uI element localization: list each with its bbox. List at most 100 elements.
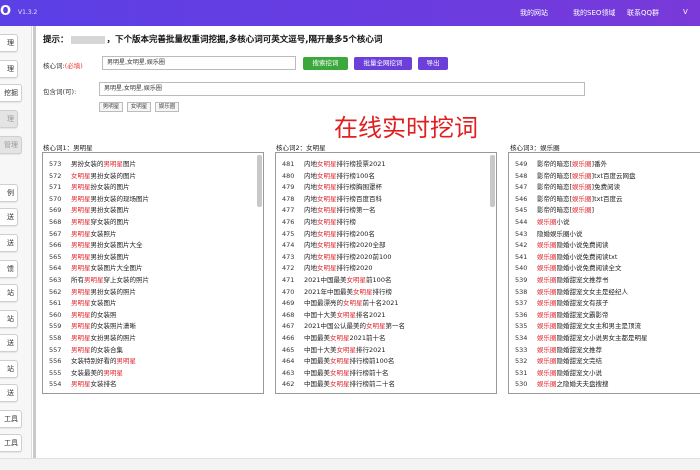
- search-dig-button[interactable]: 搜索挖词: [303, 57, 348, 70]
- include-word-input[interactable]: 男明星,女明星,娱乐圈: [99, 82, 585, 96]
- list-item[interactable]: 534 娱乐圈隐婚甜宠文小说男女主都是明星: [515, 333, 648, 344]
- list-item[interactable]: 560 男明星的女装照: [49, 310, 117, 321]
- list-item[interactable]: 566 男明星男扮女装图片大全: [49, 240, 143, 251]
- list-item[interactable]: 558 男明星女扮男装的照片: [49, 333, 136, 344]
- list-item[interactable]: 565 男明星男扮女装图片: [49, 252, 130, 263]
- row-number: 479: [282, 183, 295, 192]
- sidebar-item[interactable]: 送: [0, 234, 18, 252]
- nav-more[interactable]: V: [683, 8, 688, 16]
- list-item[interactable]: 470 2021年中国最美女明星排行榜: [282, 287, 392, 298]
- list-item[interactable]: 479 内地女明星排行榜胸围罩杯: [282, 182, 382, 193]
- list-item[interactable]: 478 内地女明星排行榜百度百科: [282, 194, 382, 205]
- list-item[interactable]: 570 男明星男扮女装的现场图片: [49, 194, 149, 205]
- list-item[interactable]: 468 中国十大美女明星排名2021: [282, 310, 386, 321]
- blurred-text: [70, 35, 105, 44]
- sidebar-item[interactable]: 管理: [0, 136, 22, 154]
- list-item[interactable]: 540 娱乐圈隐婚小说免费阅读全文: [515, 263, 622, 274]
- list-item[interactable]: 535 娱乐圈隐婚甜宠文女主和男主是顶流: [515, 321, 641, 332]
- list-item[interactable]: 561 男明星女装图片: [49, 298, 117, 309]
- result-list-2[interactable]: 481 内地女明星排行榜投票2021 480 内地女明星排行榜100名 479 内地女明星…: [275, 152, 497, 394]
- sidebar-item[interactable]: 理: [0, 110, 18, 128]
- list-item[interactable]: 464 中国最美女明星排行榜前100名: [282, 356, 394, 367]
- list-scrollbar[interactable]: [257, 155, 262, 207]
- sidebar-item[interactable]: 站: [0, 284, 18, 302]
- list-item[interactable]: 569 男明星男扮女装图片: [49, 205, 130, 216]
- batch-dig-button[interactable]: 批量全网挖词: [354, 57, 412, 70]
- sidebar-item[interactable]: 挖掘: [0, 84, 22, 102]
- include-chip[interactable]: 男明星: [99, 102, 123, 112]
- list-item[interactable]: 542 娱乐圈隐婚小说免费阅读: [515, 240, 609, 251]
- list-item[interactable]: 473 内地女明星排行榜2020前100: [282, 252, 391, 263]
- list-item[interactable]: 546 影帝的暗恋[娱乐圈]txt百度云: [515, 194, 623, 205]
- sidebar-item[interactable]: 工具: [0, 434, 22, 452]
- list-item[interactable]: 469 中国最漂亮的女明星前十名2021: [282, 298, 399, 309]
- keyword-text: 的女装照: [90, 310, 117, 319]
- list-item[interactable]: 538 娱乐圈隐婚甜宠文女主是经纪人: [515, 287, 628, 298]
- list-item[interactable]: 556 女装特别好看的男明星: [49, 356, 136, 367]
- list-item[interactable]: 462 中国最美女明星排行榜前二十名: [282, 379, 395, 390]
- sidebar-item[interactable]: 送: [0, 334, 18, 352]
- sidebar-item[interactable]: 例: [0, 184, 18, 202]
- list-item[interactable]: 480 内地女明星排行榜100名: [282, 171, 375, 182]
- sidebar-item[interactable]: 工具: [0, 410, 22, 428]
- list-item[interactable]: 472 内地女明星排行榜2020: [282, 263, 373, 274]
- list-item[interactable]: 573 男扮女装的男明星图片: [49, 159, 136, 170]
- sidebar-item[interactable]: 理: [0, 34, 18, 52]
- sidebar-item[interactable]: 理: [0, 60, 18, 78]
- export-button[interactable]: 导出: [418, 57, 448, 70]
- list-item[interactable]: 571 男明星扮女装的图片: [49, 182, 130, 193]
- list-item[interactable]: 476 内地女明星排行榜: [282, 217, 356, 228]
- list-item[interactable]: 559 男明星的女装照片潇晰: [49, 321, 136, 332]
- nav-my-site[interactable]: 我的网站: [520, 8, 548, 18]
- sidebar-item[interactable]: 站: [0, 310, 18, 328]
- list-item[interactable]: 467 2021中国公认最美的女明星第一名: [282, 321, 405, 332]
- result-list-3[interactable]: 549 影帝的暗恋[娱乐圈]番外 548 影帝的暗恋[娱乐圈]txt百度云网盘 547 影…: [508, 152, 700, 394]
- list-item[interactable]: 549 影帝的暗恋[娱乐圈]番外: [515, 159, 607, 170]
- list-item[interactable]: 471 2021中国最美女明星前100名: [282, 275, 391, 286]
- list-item[interactable]: 530 娱乐圈之隐婚夫夫盘搜搜: [515, 379, 609, 390]
- list-item[interactable]: 563 所有男明星穿上女装的照片: [49, 275, 149, 286]
- list-item[interactable]: 548 影帝的暗恋[娱乐圈]txt百度云网盘: [515, 171, 636, 182]
- include-chip[interactable]: 娱乐圈: [155, 102, 179, 112]
- sidebar-scrollbar[interactable]: [33, 26, 36, 470]
- list-item[interactable]: 463 中国最美女明星排行榜前十名: [282, 368, 389, 379]
- sidebar-item[interactable]: 送: [0, 208, 18, 226]
- list-item[interactable]: 557 男明星的女装合集: [49, 345, 123, 356]
- list-item[interactable]: 572 女明星男扮女装的图片: [49, 171, 136, 182]
- list-item[interactable]: 554 男明星女装排名: [49, 379, 117, 390]
- sidebar-item[interactable]: 送: [0, 384, 18, 402]
- list-item[interactable]: 475 内地女明星排行榜200名: [282, 229, 375, 240]
- list-item[interactable]: 568 男明星穿女装的图片: [49, 217, 130, 228]
- keyword-highlight: 娱乐圈: [537, 299, 557, 308]
- nav-my-seo[interactable]: 我的SEO领域: [573, 8, 615, 18]
- core-word-input[interactable]: 男明星,女明星,娱乐圈: [102, 56, 296, 70]
- include-chip[interactable]: 女明星: [127, 102, 151, 112]
- horizontal-scrollbar[interactable]: [0, 458, 700, 470]
- list-item[interactable]: 537 娱乐圈隐婚甜宠文有孩子: [515, 298, 609, 309]
- list-item[interactable]: 541 娱乐圈隐婚小说免费阅读txt: [515, 252, 617, 263]
- keyword-highlight: 女明星: [366, 322, 386, 331]
- list-item[interactable]: 562 男明星男扮女装的照片: [49, 287, 136, 298]
- list-item[interactable]: 564 男明星女装图片大全图片: [49, 263, 143, 274]
- result-list-1[interactable]: 573 男扮女装的男明星图片 572 女明星男扮女装的图片 571 男明星扮女装的图片 57…: [42, 152, 264, 394]
- list-item[interactable]: 474 内地女明星排行榜2020全部: [282, 240, 386, 251]
- list-item[interactable]: 539 娱乐圈隐婚甜宠文推荐书: [515, 275, 609, 286]
- nav-qq-group[interactable]: 联系QQ群: [627, 8, 659, 18]
- sidebar-item[interactable]: 站: [0, 360, 18, 378]
- list-item[interactable]: 466 中国最美女明星2021前十名: [282, 333, 386, 344]
- list-item[interactable]: 567 男明星女装照片: [49, 229, 117, 240]
- list-item[interactable]: 477 内地女明星排行榜第一名: [282, 205, 376, 216]
- list-item[interactable]: 547 影帝的暗恋[娱乐圈]免费阅读: [515, 182, 620, 193]
- list-item[interactable]: 533 娱乐圈隐婚甜宠文推荐: [515, 345, 602, 356]
- list-scrollbar[interactable]: [490, 155, 495, 207]
- list-item[interactable]: 543 隐婚娱乐圈小说: [515, 229, 583, 240]
- sidebar-item[interactable]: 馈: [0, 260, 18, 278]
- list-item[interactable]: 545 影帝的暗恋[娱乐圈]: [515, 205, 594, 216]
- list-item[interactable]: 555 女装最美的男明星: [49, 368, 123, 379]
- list-item[interactable]: 465 中国十大美女明星排行2021: [282, 345, 386, 356]
- list-item[interactable]: 481 内地女明星排行榜投票2021: [282, 159, 386, 170]
- list-item[interactable]: 544 娱乐圈小说: [515, 217, 570, 228]
- list-item[interactable]: 531 娱乐圈隐婚甜宠文小说: [515, 368, 602, 379]
- list-item[interactable]: 532 娱乐圈隐婚甜宠文完结: [515, 356, 602, 367]
- list-item[interactable]: 536 娱乐圈隐婚甜宠文霸影帝: [515, 310, 609, 321]
